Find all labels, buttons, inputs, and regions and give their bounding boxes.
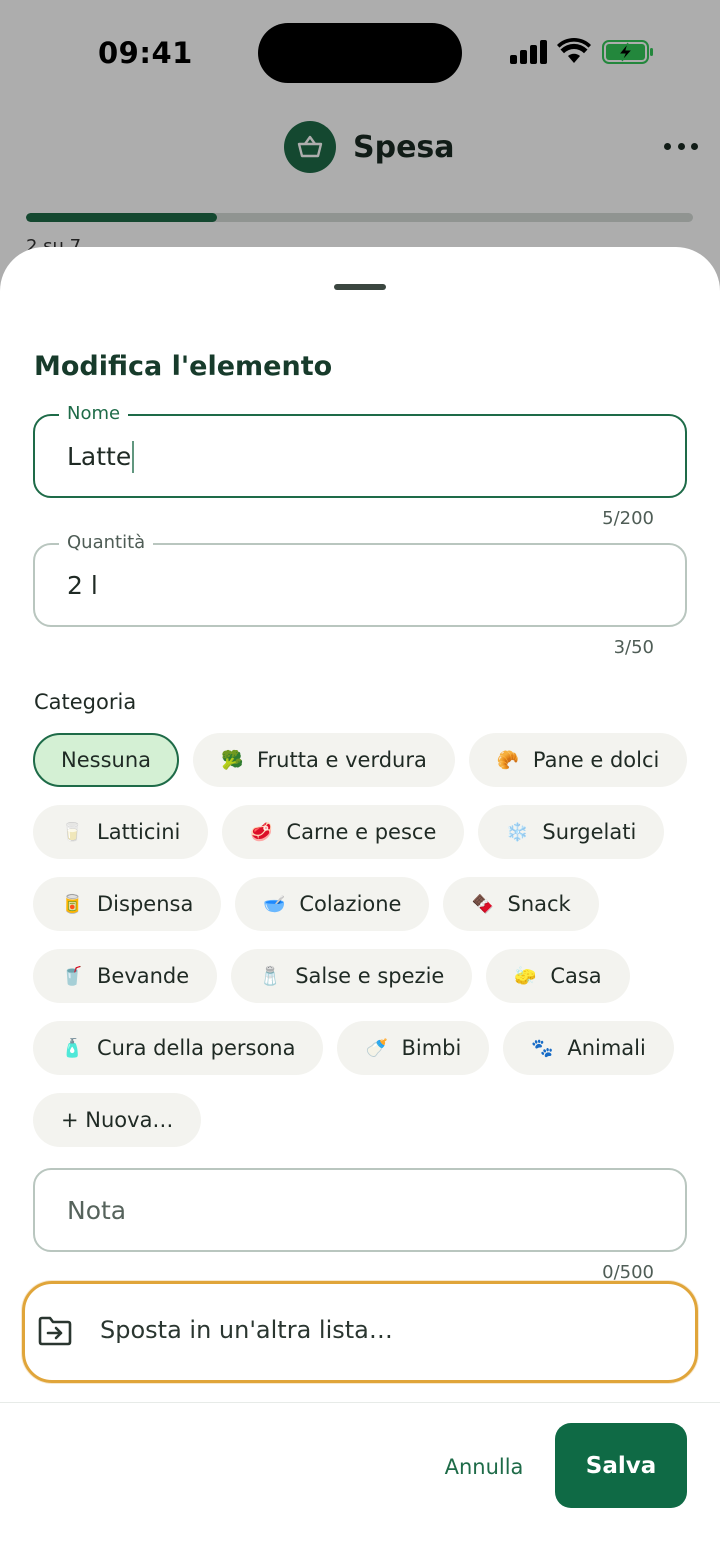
note-field-placeholder: Nota [67,1196,127,1225]
category-chip-label: Bevande [97,964,190,988]
category-emoji-icon: 🧂 [259,965,282,987]
category-chip-row: 🥛 Latticini 🥩 Carne e pesce ❄️ Surgelati [33,805,693,859]
category-chip-label: Pane e dolci [532,748,660,772]
category-chip-row: Nessuna 🥦 Frutta e verdura 🥐 Pane e dolci [33,733,693,787]
move-to-list-label: Sposta in un'altra lista… [100,1316,393,1344]
name-field-value: Latte [67,442,132,471]
category-chip[interactable]: 🥐 Pane e dolci [468,733,688,787]
category-emoji-icon: 🥩 [250,821,273,843]
category-emoji-icon: 🍼 [365,1037,388,1059]
name-field[interactable]: Nome Latte [33,402,687,498]
quantity-char-counter: 3/50 [613,637,654,658]
category-chip-label: Latticini [97,820,181,844]
category-chip-label: Colazione [299,892,402,916]
category-emoji-icon: 🐾 [531,1037,554,1059]
category-emoji-icon: 🥫 [61,893,84,915]
category-emoji-icon: 🍫 [471,893,494,915]
category-chip-label: Casa [550,964,602,988]
category-chip-row: 🥫 Dispensa 🥣 Colazione 🍫 Snack [33,877,693,931]
category-chip-label: Frutta e verdura [257,748,427,772]
category-chip[interactable]: 🐾 Animali [503,1021,674,1075]
category-chip-label: Animali [567,1036,646,1060]
quantity-field[interactable]: Quantità 2 l [33,531,687,627]
category-chip-label: Cura della persona [97,1036,296,1060]
category-chip-group: Nessuna 🥦 Frutta e verdura 🥐 Pane e dolci 🥛 La… [33,733,693,1165]
cancel-button[interactable]: Annulla [432,1445,536,1489]
category-chip[interactable]: 🍼 Bimbi [337,1021,490,1075]
category-chip[interactable]: 🥫 Dispensa [33,877,222,931]
footer-divider [0,1402,720,1403]
category-chip-label: + Nuova… [61,1108,174,1132]
move-to-list-button[interactable]: Sposta in un'altra lista… [22,1281,698,1383]
category-chip-row: + Nuova… [33,1093,693,1147]
quantity-field-value: 2 l [67,571,98,600]
category-chip[interactable]: 🧂 Salse e spezie [231,949,473,1003]
category-label: Categoria [34,690,137,714]
category-chip[interactable]: 🥦 Frutta e verdura [193,733,455,787]
category-chip-label: Bimbi [401,1036,462,1060]
category-chip[interactable]: 🥣 Colazione [235,877,430,931]
category-emoji-icon: 🥦 [221,749,244,771]
category-chip-row: 🧴 Cura della persona 🍼 Bimbi 🐾 Animali [33,1021,693,1075]
name-field-label: Nome [59,402,129,426]
category-emoji-icon: 🥤 [61,965,84,987]
category-emoji-icon: 🧴 [61,1037,84,1059]
sheet-drag-handle[interactable] [334,284,386,290]
category-chip[interactable]: 🍫 Snack [443,877,599,931]
category-chip-label: Nessuna [61,748,151,772]
category-chip-label: Snack [507,892,571,916]
category-emoji-icon: ❄️ [506,821,529,843]
save-button[interactable]: Salva [555,1423,687,1508]
category-chip[interactable]: 🧽 Casa [486,949,630,1003]
category-chip[interactable]: 🧴 Cura della persona [33,1021,324,1075]
quantity-field-label: Quantità [59,531,154,555]
category-emoji-icon: 🥐 [496,749,520,771]
edit-item-sheet: Modifica l'elemento Nome Latte 5/200 Qua… [0,247,720,1564]
category-emoji-icon: 🥛 [61,821,84,843]
category-chip-label: Salse e spezie [295,964,445,988]
sheet-title: Modifica l'elemento [34,351,333,382]
note-field[interactable]: Nota [33,1168,687,1252]
category-chip[interactable]: Nessuna [33,733,179,787]
category-chip[interactable]: 🥛 Latticini [33,805,209,859]
name-field-value-wrap: Latte [67,441,135,473]
category-chip[interactable]: 🥤 Bevande [33,949,218,1003]
category-emoji-icon: 🧽 [514,965,537,987]
category-chip-label: Carne e pesce [286,820,437,844]
folder-move-icon [38,1316,72,1346]
category-chip-row: 🥤 Bevande 🧂 Salse e spezie 🧽 Casa [33,949,693,1003]
category-chip[interactable]: 🥩 Carne e pesce [222,805,465,859]
new-category-chip[interactable]: + Nuova… [33,1093,202,1147]
text-caret [132,441,135,473]
category-chip[interactable]: ❄️ Surgelati [478,805,665,859]
category-emoji-icon: 🥣 [263,893,286,915]
note-char-counter: 0/500 [602,1262,654,1283]
name-char-counter: 5/200 [602,508,654,529]
category-chip-label: Surgelati [542,820,637,844]
category-chip-label: Dispensa [97,892,194,916]
